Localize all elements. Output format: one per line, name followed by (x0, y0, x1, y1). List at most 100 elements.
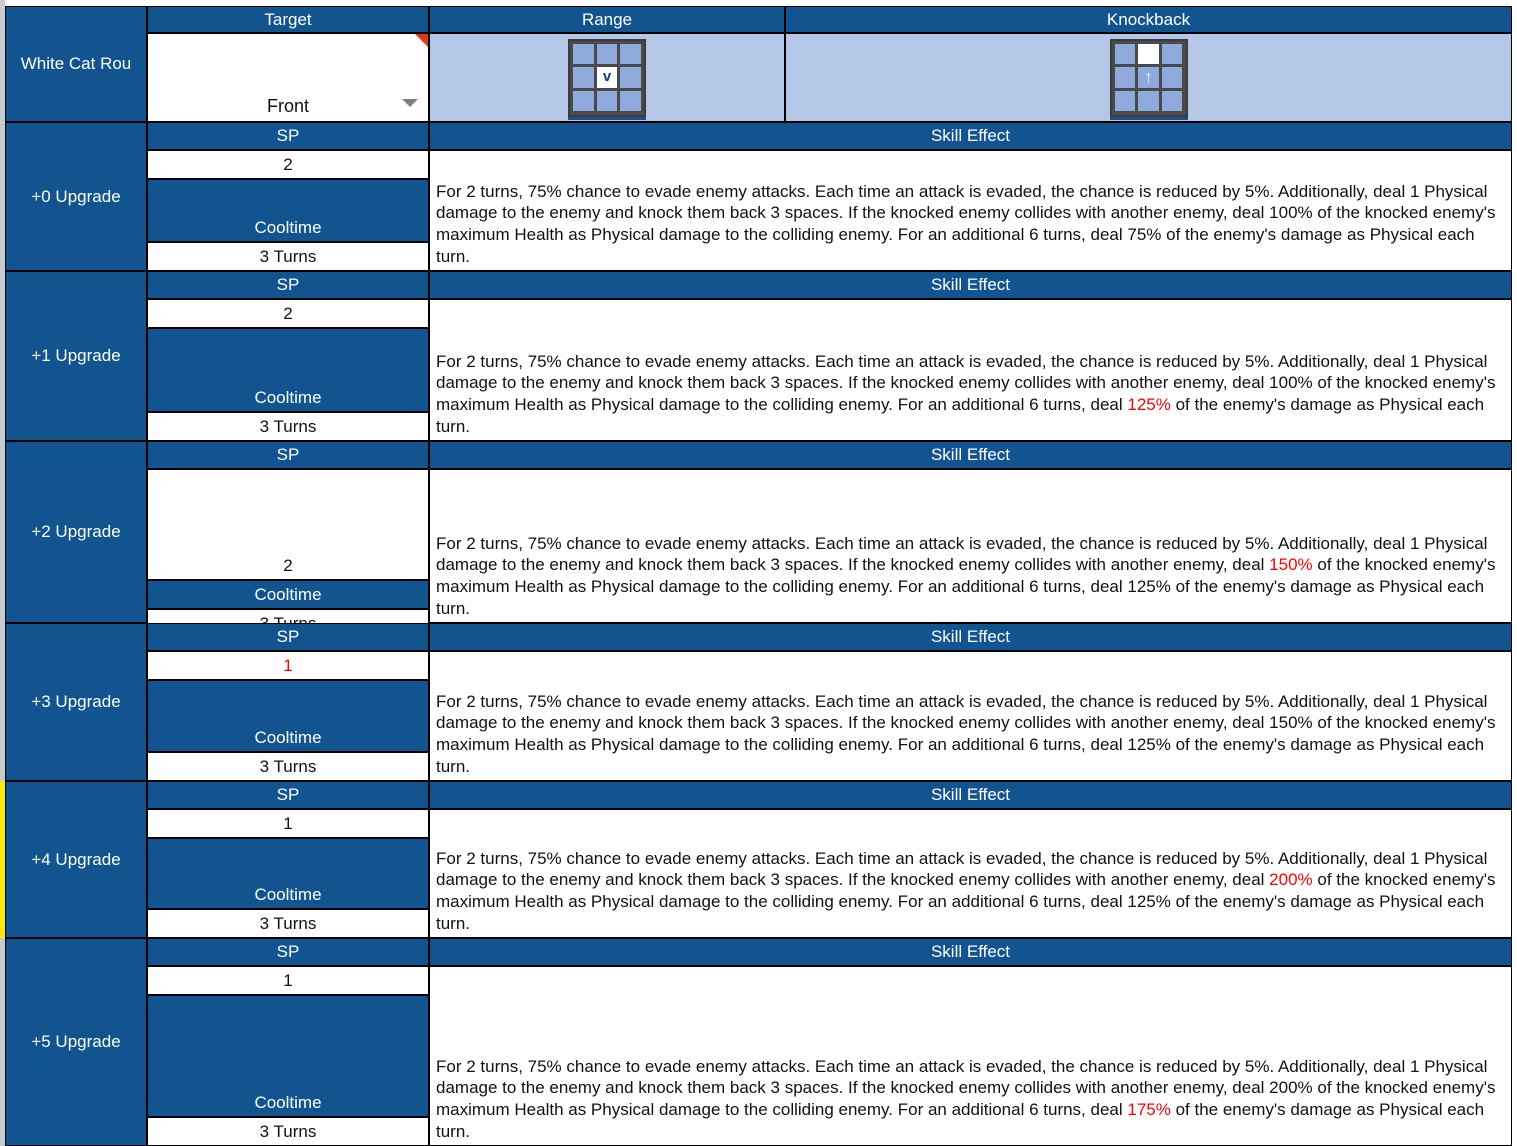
chevron-down-icon[interactable] (402, 99, 418, 107)
sp-value-label: 1 (283, 813, 293, 833)
skill-effect-header-3: Skill Effect (429, 623, 1512, 651)
sp-header-label: SP (276, 126, 300, 146)
cooltime-header-2: Cooltime (147, 580, 429, 609)
skill-effect-header-4: Skill Effect (429, 781, 1512, 809)
cooltime-value-cell-1[interactable]: 3 Turns (147, 412, 429, 441)
up-arrow-icon: ↑ (1143, 67, 1153, 88)
skill-effect-highlight: 175% (1127, 1100, 1171, 1120)
grid-cell-7 (596, 90, 618, 112)
upgrade-level-cell-1: +1 Upgrade (5, 271, 147, 441)
cooltime-header-label: Cooltime (254, 387, 322, 407)
skill-effect-segment: 100% (1269, 373, 1313, 393)
range-grid-wrap: v (430, 34, 784, 121)
skill-effect-segment: 200% (1269, 1078, 1313, 1098)
sp-header-3: SP (147, 623, 429, 651)
skill-effect-segment: 125% (1127, 577, 1171, 597)
skill-effect-cell-4[interactable]: For 2 turns, 75% chance to evade enemy a… (429, 809, 1512, 938)
cooltime-value-cell-5[interactable]: 3 Turns (147, 1117, 429, 1146)
skill-effect-highlight: 200% (1269, 870, 1313, 890)
grid-cell-3 (1114, 67, 1136, 88)
grid-cell-2 (620, 43, 641, 65)
skill-effect-text: For 2 turns, 75% chance to evade enemy a… (436, 351, 1506, 438)
column-header-range-label: Range (581, 9, 633, 29)
column-header-range: Range (429, 6, 785, 33)
cooltime-header-3: Cooltime (147, 680, 429, 752)
range-grid-icon: v (568, 38, 646, 117)
skill-effect-text: For 2 turns, 75% chance to evade enemy a… (436, 533, 1506, 620)
grid-cell-0 (1114, 43, 1136, 65)
cooltime-value-cell-4[interactable]: 3 Turns (147, 909, 429, 938)
comment-flag-icon (415, 34, 428, 47)
grid-cell-6 (573, 90, 594, 112)
skill-effect-cell-1[interactable]: For 2 turns, 75% chance to evade enemy a… (429, 299, 1512, 441)
sp-header-1: SP (147, 271, 429, 299)
sp-value-label: 1 (283, 970, 293, 990)
upgrade-level-label: +3 Upgrade (31, 692, 121, 712)
skill-effect-segment: 75% (1127, 225, 1162, 245)
range-grid-cell: v (429, 33, 785, 122)
skill-effect-cell-0[interactable]: For 2 turns, 75% chance to evade enemy a… (429, 150, 1512, 271)
sp-header-label: SP (276, 627, 300, 647)
upgrade-level-label: +2 Upgrade (31, 522, 121, 542)
sp-value-label: 2 (283, 555, 293, 575)
upgrade-level-cell-2: +2 Upgrade (5, 441, 147, 623)
column-header-knockback: Knockback (785, 6, 1512, 33)
cooltime-value-cell-0[interactable]: 3 Turns (147, 242, 429, 271)
sp-header-label: SP (276, 275, 300, 295)
skill-effect-cell-5[interactable]: For 2 turns, 75% chance to evade enemy a… (429, 966, 1512, 1146)
sp-value-cell-3[interactable]: 1 (147, 651, 429, 680)
cooltime-header-label: Cooltime (254, 1092, 322, 1112)
sp-value-cell-1[interactable]: 2 (147, 299, 429, 328)
sp-value-cell-0[interactable]: 2 (147, 150, 429, 179)
column-header-knockback-label: Knockback (1106, 9, 1191, 29)
cooltime-value-label: 3 Turns (259, 756, 317, 776)
grid-cell-1 (1138, 43, 1159, 65)
knockback-grid-wrap: ↑ (786, 34, 1511, 121)
upgrade-level-cell-0: +0 Upgrade (5, 122, 147, 271)
skill-name-label: White Cat Rou (20, 54, 132, 74)
cooltime-value-label: 3 Turns (259, 913, 317, 933)
cooltime-header-label: Cooltime (254, 584, 322, 604)
skill-effect-text: For 2 turns, 75% chance to evade enemy a… (436, 848, 1506, 935)
sp-value-cell-5[interactable]: 1 (147, 966, 429, 995)
upgrade-level-label: +1 Upgrade (31, 346, 121, 366)
sp-header-2: SP (147, 441, 429, 469)
cooltime-value-label: 3 Turns (259, 246, 317, 266)
upgrade-level-label: +4 Upgrade (31, 849, 121, 869)
skill-effect-text: For 2 turns, 75% chance to evade enemy a… (436, 1056, 1506, 1143)
skill-effect-highlight: 150% (1269, 555, 1313, 575)
skill-effect-cell-3[interactable]: For 2 turns, 75% chance to evade enemy a… (429, 651, 1512, 781)
skill-effect-header-label: Skill Effect (930, 942, 1011, 962)
skill-effect-header-1: Skill Effect (429, 271, 1512, 299)
cooltime-value-cell-3[interactable]: 3 Turns (147, 752, 429, 781)
grid-cell-0 (573, 43, 594, 65)
upgrade-level-cell-4: +4 Upgrade (5, 781, 147, 938)
sp-header-label: SP (276, 445, 300, 465)
grid-cell-6 (1114, 90, 1136, 112)
sp-header-label: SP (276, 785, 300, 805)
knockback-grid-icon: ↑ (1109, 38, 1188, 117)
skill-effect-header-label: Skill Effect (930, 627, 1011, 647)
cooltime-value-label: 3 Turns (259, 416, 317, 436)
column-header-target-label: Target (264, 9, 312, 29)
target-dropdown-cell[interactable]: Front (147, 33, 429, 122)
skill-name-cell: White Cat Rou (5, 6, 147, 122)
sp-value-cell-2[interactable]: 2 (147, 469, 429, 580)
grid-cell-5 (620, 67, 641, 88)
skill-effect-segment: 125% (1127, 892, 1171, 912)
skill-effect-text: For 2 turns, 75% chance to evade enemy a… (436, 181, 1506, 268)
skill-effect-header-5: Skill Effect (429, 938, 1512, 966)
origin-marker-icon: v (602, 68, 612, 86)
skill-table-sheet: White Cat Rou Target Front Range v Knock… (0, 0, 1517, 1146)
sp-value-cell-4[interactable]: 1 (147, 809, 429, 838)
knockback-grid-cell: ↑ (785, 33, 1512, 122)
skill-effect-segment: 125% (1127, 735, 1171, 755)
skill-effect-text: For 2 turns, 75% chance to evade enemy a… (436, 691, 1506, 778)
sp-header-5: SP (147, 938, 429, 966)
grid-cell-4: v (596, 67, 618, 88)
upgrade-level-label: +0 Upgrade (31, 186, 121, 206)
sp-header-label: SP (276, 942, 300, 962)
grid-cell-8 (1161, 90, 1183, 112)
target-value-label: Front (266, 95, 309, 116)
skill-effect-cell-2[interactable]: For 2 turns, 75% chance to evade enemy a… (429, 469, 1512, 623)
